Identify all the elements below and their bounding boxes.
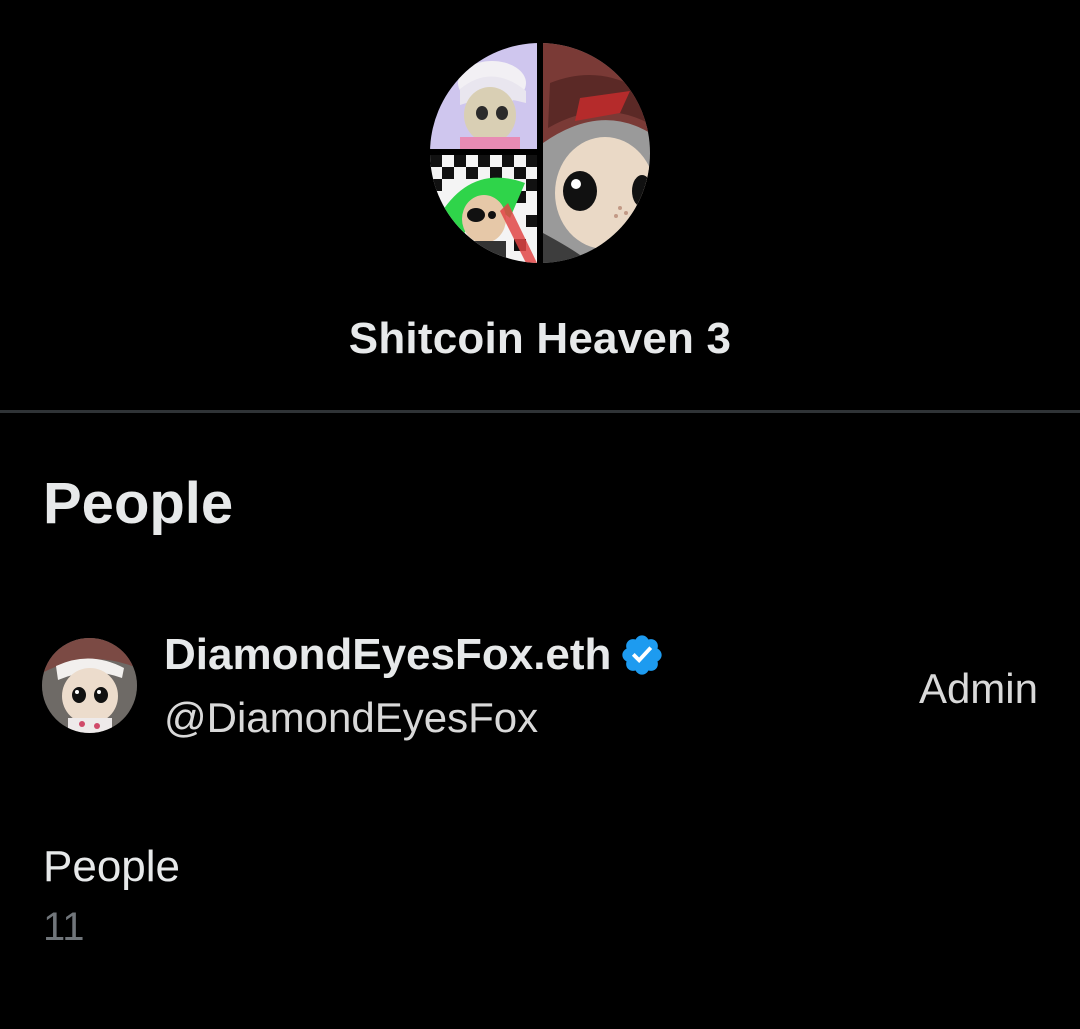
user-avatar-icon[interactable] bbox=[42, 638, 137, 733]
group-collage-icon bbox=[430, 43, 650, 263]
people-count-label[interactable]: People bbox=[43, 842, 180, 892]
section-divider bbox=[0, 410, 1080, 413]
verified-badge-icon bbox=[619, 632, 665, 678]
collage-tile-bottom-left bbox=[430, 155, 537, 263]
member-display-name[interactable]: DiamondEyesFox.eth bbox=[164, 630, 611, 680]
member-role-label: Admin bbox=[918, 665, 1038, 712]
group-name: Shitcoin Heaven 3 bbox=[348, 314, 732, 363]
collage-tile-top-left bbox=[430, 43, 537, 149]
group-avatar bbox=[430, 43, 650, 263]
group-info-page: Shitcoin Heaven 3 People DiamondEyesFox.… bbox=[0, 0, 1080, 1029]
people-section-title: People bbox=[43, 471, 234, 536]
member-row[interactable]: DiamondEyesFox.eth @DiamondEyesFox Admin bbox=[0, 620, 1080, 760]
member-name-line: DiamondEyesFox.eth bbox=[164, 630, 665, 680]
collage-tile-right bbox=[543, 43, 650, 263]
people-count-value: 11 bbox=[43, 905, 85, 949]
member-handle[interactable]: @DiamondEyesFox bbox=[164, 694, 538, 742]
